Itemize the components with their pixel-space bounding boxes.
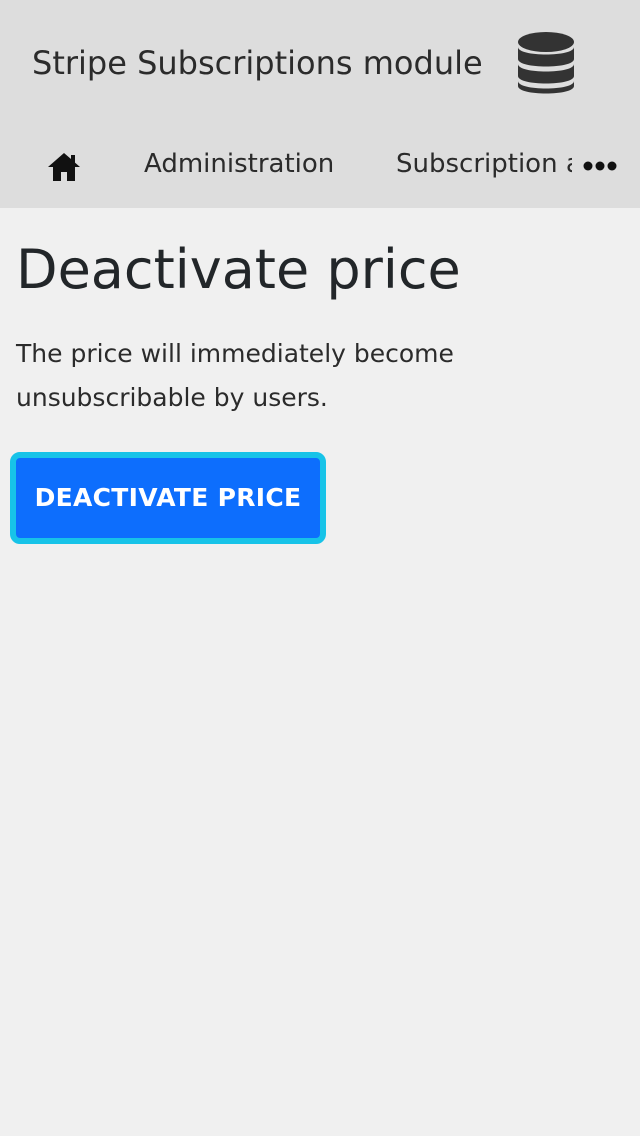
nav-item-administration[interactable]: Administration [144,146,334,182]
nav-item-subscription[interactable]: Subscription a [396,146,572,182]
more-horizontal-icon[interactable] [580,156,620,176]
main-nav: Administration Subscription a [0,128,640,200]
database-icon [518,32,574,94]
home-icon[interactable] [46,150,82,184]
deactivate-price-button[interactable]: DEACTIVATE PRICE [10,452,326,544]
top-bar: Stripe Subscriptions module Administrati… [0,0,640,208]
app-title: Stripe Subscriptions module [32,44,483,82]
page-title: Deactivate price [16,238,461,301]
description-text: The price will immediately become unsubs… [16,339,454,412]
